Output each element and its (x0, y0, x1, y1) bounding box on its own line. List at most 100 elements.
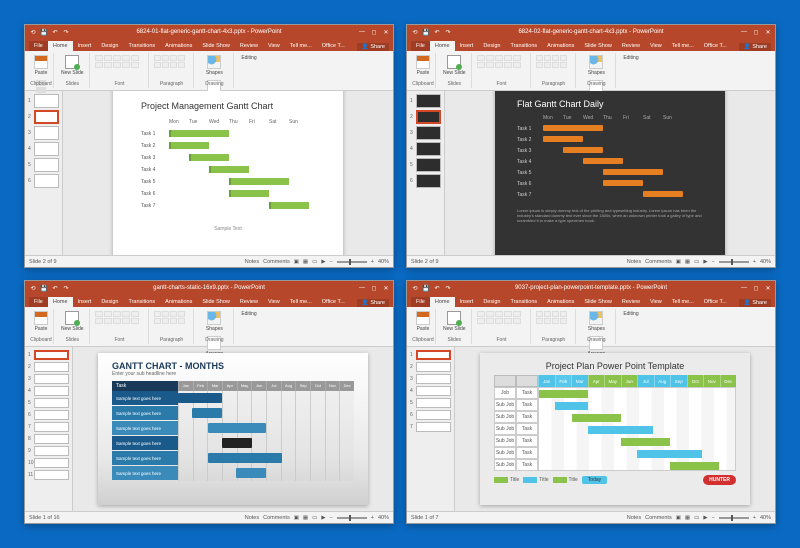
slide[interactable]: Project Management Gantt Chart MonTueWed… (113, 91, 343, 255)
view-normal-icon[interactable]: ▣ (294, 259, 299, 265)
maximize-icon[interactable]: ◻ (369, 285, 379, 292)
tab-insert[interactable]: Insert (73, 41, 97, 51)
autosave-icon[interactable]: ⟲ (411, 284, 419, 292)
thumb-5[interactable]: 5 (410, 398, 451, 408)
paragraph-controls[interactable] (154, 53, 190, 68)
thumb-1[interactable]: 1 (410, 350, 451, 360)
tab-officetl[interactable]: Office T... (317, 41, 350, 51)
tab-file[interactable]: File (29, 297, 48, 307)
tab-home[interactable]: Home (48, 41, 73, 51)
maximize-icon[interactable]: ◻ (751, 285, 761, 292)
comments-button[interactable]: Comments (263, 515, 290, 521)
maximize-icon[interactable]: ◻ (751, 29, 761, 36)
thumb-2[interactable]: 2 (410, 110, 441, 124)
thumb-4[interactable]: 4 (410, 142, 441, 156)
view-reading-icon[interactable]: ▭ (694, 515, 699, 521)
zoom-level[interactable]: 40% (378, 259, 389, 265)
tab-tellme[interactable]: Tell me... (285, 41, 317, 51)
tab-insert[interactable]: Insert (73, 297, 97, 307)
tab-insert[interactable]: Insert (455, 297, 479, 307)
slide-canvas[interactable]: Project Management Gantt Chart MonTueWed… (63, 91, 393, 255)
autosave-icon[interactable]: ⟲ (29, 28, 37, 36)
newslide-button[interactable]: New Slide (441, 53, 468, 78)
save-icon[interactable]: 💾 (40, 28, 48, 36)
save-icon[interactable]: 💾 (40, 284, 48, 292)
share-button[interactable]: 👤Share (357, 299, 389, 307)
slide[interactable]: Project Plan Power Point Template JobTas… (480, 353, 750, 505)
view-normal-icon[interactable]: ▣ (294, 515, 299, 521)
thumb-3[interactable]: 3 (28, 126, 59, 140)
tab-slideshow[interactable]: Slide Show (197, 297, 235, 307)
tab-view[interactable]: View (645, 297, 667, 307)
tab-design[interactable]: Design (96, 41, 123, 51)
font-controls[interactable] (95, 309, 145, 324)
thumb-7[interactable]: 7 (28, 422, 69, 432)
undo-icon[interactable]: ↶ (51, 28, 59, 36)
comments-button[interactable]: Comments (263, 259, 290, 265)
tab-insert[interactable]: Insert (455, 41, 479, 51)
tab-view[interactable]: View (263, 41, 285, 51)
paragraph-controls[interactable] (536, 309, 572, 324)
thumb-3[interactable]: 3 (410, 374, 451, 384)
tab-transitions[interactable]: Transitions (123, 297, 160, 307)
tab-transitions[interactable]: Transitions (123, 41, 160, 51)
paragraph-controls[interactable] (154, 309, 190, 324)
editing-button[interactable]: Editing (621, 53, 640, 63)
tab-design[interactable]: Design (478, 297, 505, 307)
view-sorter-icon[interactable]: ▦ (685, 259, 690, 265)
thumb-2[interactable]: 2 (410, 362, 451, 372)
tab-review[interactable]: Review (235, 297, 263, 307)
save-icon[interactable]: 💾 (422, 284, 430, 292)
tab-review[interactable]: Review (235, 41, 263, 51)
undo-icon[interactable]: ↶ (51, 284, 59, 292)
notes-button[interactable]: Notes (245, 515, 259, 521)
view-reading-icon[interactable]: ▭ (694, 259, 699, 265)
paste-button[interactable]: Paste (32, 309, 50, 334)
font-controls[interactable] (477, 53, 527, 68)
thumb-2[interactable]: 2 (28, 362, 69, 372)
notes-button[interactable]: Notes (627, 259, 641, 265)
view-sorter-icon[interactable]: ▦ (685, 515, 690, 521)
minimize-icon[interactable]: — (357, 29, 367, 36)
thumb-4[interactable]: 4 (28, 386, 69, 396)
maximize-icon[interactable]: ◻ (369, 29, 379, 36)
font-controls[interactable] (95, 53, 145, 68)
tab-review[interactable]: Review (617, 297, 645, 307)
tab-view[interactable]: View (645, 41, 667, 51)
tab-officetl[interactable]: Office T... (317, 297, 350, 307)
share-button[interactable]: 👤Share (357, 43, 389, 51)
tab-home[interactable]: Home (430, 41, 455, 51)
paste-button[interactable]: Paste (414, 53, 432, 78)
thumb-1[interactable]: 1 (410, 94, 441, 108)
view-sorter-icon[interactable]: ▦ (303, 259, 308, 265)
minimize-icon[interactable]: — (357, 285, 367, 292)
thumb-5[interactable]: 5 (28, 158, 59, 172)
tab-file[interactable]: File (411, 297, 430, 307)
zoom-level[interactable]: 40% (760, 259, 771, 265)
thumb-9[interactable]: 9 (28, 446, 69, 456)
save-icon[interactable]: 💾 (422, 28, 430, 36)
notes-button[interactable]: Notes (627, 515, 641, 521)
autosave-icon[interactable]: ⟲ (411, 28, 419, 36)
close-icon[interactable]: ✕ (381, 29, 391, 36)
zoom-slider[interactable] (337, 261, 367, 263)
slide-canvas[interactable]: Flat Gantt Chart Daily MonTueWedThuFriSa… (445, 91, 775, 255)
comments-button[interactable]: Comments (645, 259, 672, 265)
slide-canvas[interactable]: GANTT CHART - MONTHS Enter your sub head… (73, 347, 393, 511)
slide-canvas[interactable]: Project Plan Power Point Template JobTas… (455, 347, 775, 511)
view-normal-icon[interactable]: ▣ (676, 259, 681, 265)
editing-button[interactable]: Editing (621, 309, 640, 319)
tab-slideshow[interactable]: Slide Show (579, 297, 617, 307)
font-controls[interactable] (477, 309, 527, 324)
paragraph-controls[interactable] (536, 53, 572, 68)
thumb-6[interactable]: 6 (28, 410, 69, 420)
tab-transitions[interactable]: Transitions (505, 41, 542, 51)
notes-button[interactable]: Notes (245, 259, 259, 265)
tab-file[interactable]: File (411, 41, 430, 51)
thumb-1[interactable]: 1 (28, 94, 59, 108)
newslide-button[interactable]: New Slide (441, 309, 468, 334)
thumb-4[interactable]: 4 (410, 386, 451, 396)
tab-tellme[interactable]: Tell me... (667, 297, 699, 307)
thumb-6[interactable]: 6 (410, 174, 441, 188)
zoom-level[interactable]: 40% (378, 515, 389, 521)
